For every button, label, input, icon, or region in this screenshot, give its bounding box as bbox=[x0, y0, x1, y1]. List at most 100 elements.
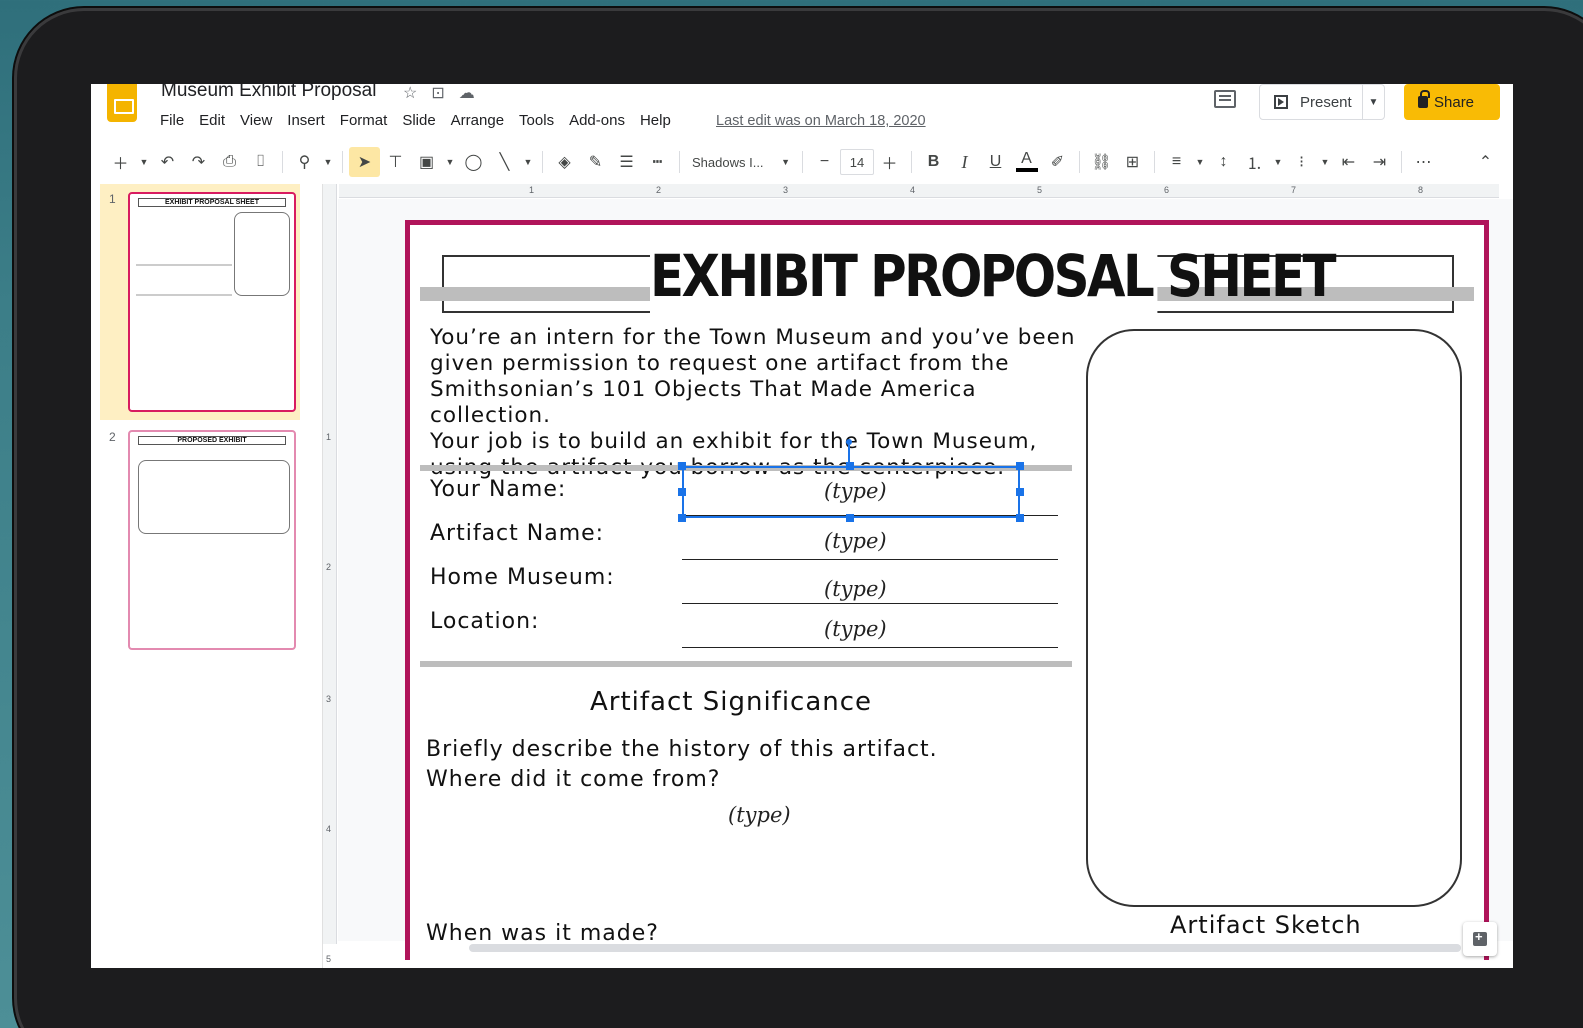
undo-icon[interactable]: ↶ bbox=[152, 147, 183, 177]
artifact-sketch-box[interactable] bbox=[1086, 329, 1462, 907]
question-line: Briefly describe the history of this art… bbox=[426, 737, 938, 762]
section-divider bbox=[420, 661, 1072, 667]
document-title[interactable]: Museum Exhibit Proposal bbox=[161, 84, 376, 102]
add-comment-icon[interactable]: ⊞ bbox=[1117, 147, 1148, 177]
slide-thumbnail-2[interactable]: PROPOSED EXHIBIT bbox=[128, 430, 296, 650]
menu-format[interactable]: Format bbox=[340, 112, 388, 129]
history-question[interactable]: Briefly describe the history of this art… bbox=[426, 735, 938, 795]
insert-link-icon[interactable]: ⛓ bbox=[1086, 147, 1117, 177]
zoom-icon[interactable]: ⚲ bbox=[289, 147, 320, 177]
menu-file[interactable]: File bbox=[160, 112, 184, 129]
border-dash-icon[interactable]: ┅ bbox=[642, 147, 673, 177]
zoom-dropdown-icon[interactable]: ▼ bbox=[320, 147, 336, 177]
slide-heading[interactable]: EXHIBIT PROPOSAL SHEET bbox=[650, 239, 1336, 313]
move-to-folder-icon[interactable]: ⊡ bbox=[431, 84, 444, 103]
font-size-input[interactable]: 14 bbox=[840, 149, 874, 175]
home-museum-input[interactable]: (type) bbox=[824, 577, 887, 601]
field-underline bbox=[682, 559, 1058, 560]
select-cursor-icon[interactable]: ➤ bbox=[349, 147, 380, 177]
thumbnail-title: PROPOSED EXHIBIT bbox=[138, 436, 286, 445]
artifact-name-input[interactable]: (type) bbox=[824, 529, 887, 553]
resize-handle[interactable] bbox=[678, 514, 686, 522]
italic-button[interactable]: I bbox=[949, 147, 980, 177]
cloud-saved-icon[interactable]: ☁ bbox=[459, 84, 475, 103]
horizontal-ruler: 1 2 3 4 5 6 7 8 bbox=[339, 184, 1499, 198]
slides-logo-icon[interactable] bbox=[107, 84, 137, 122]
resize-handle[interactable] bbox=[846, 462, 854, 470]
ruler-mark: 5 bbox=[1037, 185, 1043, 195]
location-input[interactable]: (type) bbox=[824, 617, 887, 641]
slide-number: 1 bbox=[109, 192, 116, 206]
underline-button[interactable]: U bbox=[980, 147, 1011, 177]
align-icon[interactable]: ≡ bbox=[1161, 147, 1192, 177]
resize-handle[interactable] bbox=[1016, 462, 1024, 470]
present-icon bbox=[1274, 95, 1288, 109]
resize-handle[interactable] bbox=[846, 514, 854, 522]
text-color-button[interactable]: A bbox=[1011, 147, 1042, 177]
present-dropdown-icon[interactable]: ▼ bbox=[1362, 85, 1384, 119]
slide-thumbnail-1[interactable]: EXHIBIT PROPOSAL SHEET bbox=[128, 192, 296, 412]
selected-text-box-outline[interactable] bbox=[682, 466, 1020, 518]
intro-paragraph[interactable]: You’re an intern for the Town Museum and… bbox=[430, 325, 1090, 481]
resize-handle[interactable] bbox=[1016, 488, 1024, 496]
bulleted-list-dropdown-icon[interactable]: ▼ bbox=[1317, 147, 1333, 177]
resize-handle[interactable] bbox=[678, 462, 686, 470]
line-icon[interactable]: ╲ bbox=[489, 147, 520, 177]
comment-history-icon[interactable] bbox=[1214, 90, 1236, 108]
menu-edit[interactable]: Edit bbox=[199, 112, 225, 129]
menu-arrange[interactable]: Arrange bbox=[451, 112, 504, 129]
line-spacing-icon[interactable]: ↕ bbox=[1208, 147, 1239, 177]
history-answer-input[interactable]: (type) bbox=[728, 803, 791, 827]
section-title[interactable]: Artifact Significance bbox=[590, 687, 872, 717]
image-dropdown-icon[interactable]: ▼ bbox=[442, 147, 458, 177]
decrease-indent-icon[interactable]: ⇤ bbox=[1333, 147, 1364, 177]
menu-tools[interactable]: Tools bbox=[519, 112, 554, 129]
numbered-list-icon[interactable]: ⒈ bbox=[1239, 147, 1270, 177]
font-family-value: Shadows I... bbox=[692, 154, 764, 170]
insert-image-icon[interactable]: ▣ bbox=[411, 147, 442, 177]
collapse-toolbar-icon[interactable]: ⌃ bbox=[1470, 147, 1501, 177]
intro-line: Smithsonian’s 101 Objects That Made Amer… bbox=[430, 377, 977, 428]
highlight-color-icon[interactable]: ✐ bbox=[1042, 147, 1073, 177]
more-options-icon[interactable]: ⋯ bbox=[1408, 147, 1439, 177]
thumbnail-divider bbox=[136, 264, 232, 266]
redo-icon[interactable]: ↷ bbox=[183, 147, 214, 177]
print-icon[interactable]: ⎙ bbox=[214, 147, 245, 177]
resize-handle[interactable] bbox=[678, 488, 686, 496]
paint-format-icon[interactable]: ⌷ bbox=[245, 147, 276, 177]
current-slide[interactable]: EXHIBIT PROPOSAL SHEET You’re an intern … bbox=[405, 220, 1489, 960]
border-color-icon[interactable]: ✎ bbox=[580, 147, 611, 177]
border-weight-icon[interactable]: ☰ bbox=[611, 147, 642, 177]
intro-line: You’re an intern for the Town Museum and… bbox=[430, 325, 1076, 350]
artifact-sketch-label[interactable]: Artifact Sketch bbox=[1170, 911, 1362, 939]
menu-insert[interactable]: Insert bbox=[287, 112, 325, 129]
horizontal-scrollbar[interactable] bbox=[469, 944, 1461, 952]
line-dropdown-icon[interactable]: ▼ bbox=[520, 147, 536, 177]
font-family-select[interactable]: Shadows I... ▼ bbox=[686, 155, 796, 170]
increase-indent-icon[interactable]: ⇥ bbox=[1364, 147, 1395, 177]
resize-handle[interactable] bbox=[1016, 514, 1024, 522]
bold-button[interactable]: B bbox=[918, 147, 949, 177]
star-icon[interactable]: ☆ bbox=[403, 84, 417, 103]
share-button[interactable]: Share bbox=[1404, 84, 1500, 120]
explore-button[interactable] bbox=[1463, 922, 1497, 956]
present-button[interactable]: Present ▼ bbox=[1259, 84, 1385, 120]
decrease-font-size-icon[interactable]: − bbox=[809, 147, 840, 177]
text-box-icon[interactable]: ⊤ bbox=[380, 147, 411, 177]
align-dropdown-icon[interactable]: ▼ bbox=[1192, 147, 1208, 177]
menu-help[interactable]: Help bbox=[640, 112, 671, 129]
menu-slide[interactable]: Slide bbox=[402, 112, 435, 129]
ruler-mark: 4 bbox=[910, 185, 916, 195]
numbered-list-dropdown-icon[interactable]: ▼ bbox=[1270, 147, 1286, 177]
new-slide-dropdown-icon[interactable]: ▼ bbox=[136, 147, 152, 177]
toolbar-divider bbox=[802, 151, 803, 173]
last-edit-link[interactable]: Last edit was on March 18, 2020 bbox=[716, 113, 926, 129]
shape-icon[interactable]: ◯ bbox=[458, 147, 489, 177]
slide-number: 2 bbox=[109, 430, 116, 444]
bulleted-list-icon[interactable]: ⁝ bbox=[1286, 147, 1317, 177]
menu-view[interactable]: View bbox=[240, 112, 272, 129]
increase-font-size-icon[interactable]: ＋ bbox=[874, 147, 905, 177]
menu-add-ons[interactable]: Add-ons bbox=[569, 112, 625, 129]
new-slide-icon[interactable]: ＋ bbox=[105, 147, 136, 177]
fill-color-icon[interactable]: ◈ bbox=[549, 147, 580, 177]
